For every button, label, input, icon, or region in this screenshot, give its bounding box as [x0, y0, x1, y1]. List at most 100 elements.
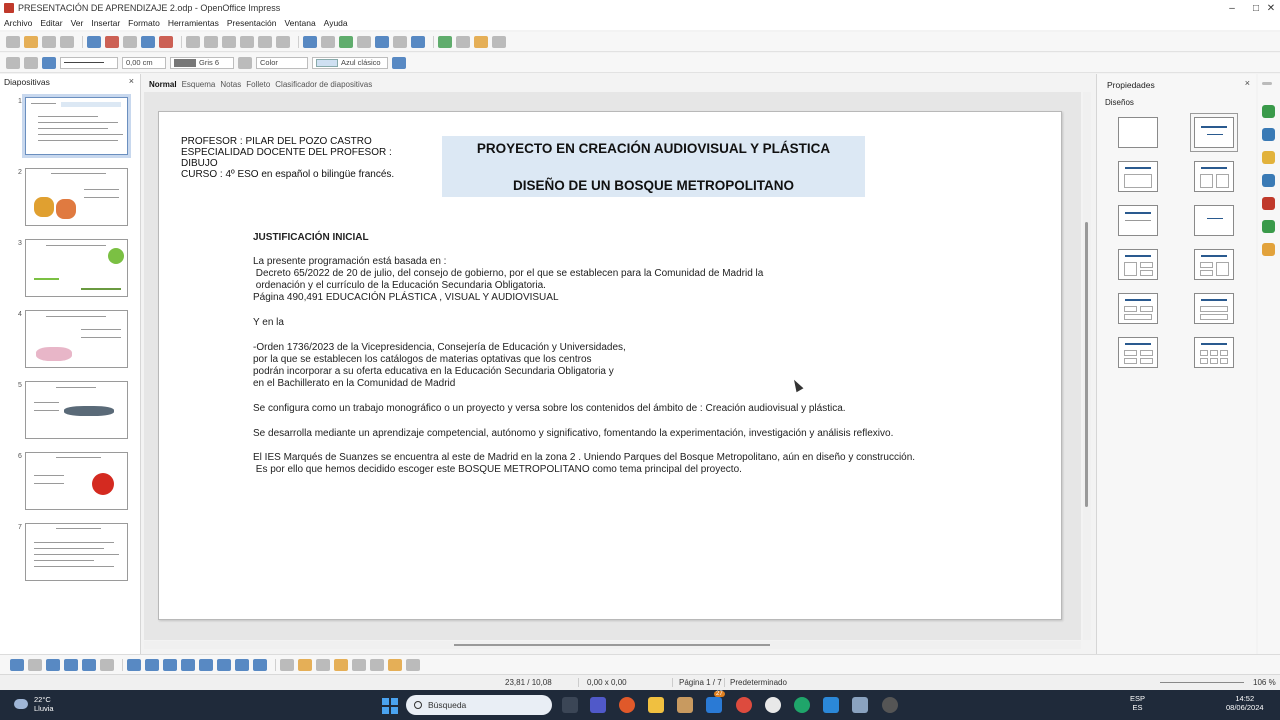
horizontal-scroll-thumb[interactable]	[454, 644, 770, 646]
windows-start-icon[interactable]	[382, 698, 398, 714]
connector-icon[interactable]	[145, 658, 159, 671]
line-style-select[interactable]	[60, 56, 118, 69]
layout-title-four-content[interactable]	[1118, 337, 1158, 368]
select-arrow-icon[interactable]	[10, 658, 24, 671]
rectangle-icon[interactable]	[64, 658, 78, 671]
ellipse-icon[interactable]	[82, 658, 96, 671]
edit-file-icon[interactable]	[87, 35, 101, 48]
area-icon[interactable]	[238, 56, 252, 69]
language-indicator[interactable]: ESP ES	[1130, 694, 1145, 712]
vertical-scroll-thumb[interactable]	[1085, 222, 1088, 507]
shadow-icon[interactable]	[392, 56, 406, 69]
arrow-style-icon[interactable]	[42, 56, 56, 69]
zoom-level[interactable]: 106 %	[1253, 678, 1276, 687]
menu-insertar[interactable]: Insertar	[91, 18, 120, 28]
taskbar-search[interactable]: Búsqueda	[406, 695, 552, 715]
minimize-button[interactable]: –	[1220, 0, 1244, 16]
firefox-icon[interactable]	[619, 697, 635, 713]
tab-normal[interactable]: Normal	[149, 80, 177, 89]
styles-deck-icon[interactable]	[1262, 197, 1275, 210]
menu-ventana[interactable]: Ventana	[284, 18, 315, 28]
weather-widget[interactable]: 22°C Lluvia	[14, 695, 54, 713]
block-arrows-icon[interactable]	[199, 658, 213, 671]
zoom-icon[interactable]	[393, 35, 407, 48]
print-icon[interactable]	[123, 35, 137, 48]
flowchart-icon[interactable]	[217, 658, 231, 671]
extrusion-icon[interactable]	[406, 658, 420, 671]
grid-icon[interactable]	[357, 35, 371, 48]
layout-centered-text[interactable]	[1118, 205, 1158, 236]
properties-close-icon[interactable]: ×	[1245, 78, 1250, 88]
mail-icon[interactable]	[706, 697, 722, 713]
menu-editar[interactable]: Editar	[40, 18, 62, 28]
layout-title-content[interactable]	[1118, 161, 1158, 192]
menu-ayuda[interactable]: Ayuda	[324, 18, 348, 28]
export-pdf-icon[interactable]	[105, 35, 119, 48]
layouts-section-title[interactable]: Diseños	[1105, 98, 1134, 107]
archive-icon[interactable]	[677, 697, 693, 713]
teacher-info-textbox[interactable]: PROFESOR : PILAR DEL POZO CASTRO ESPECIA…	[181, 136, 394, 180]
stars-icon[interactable]	[253, 658, 267, 671]
hyperlink-icon[interactable]	[339, 35, 353, 48]
chatgpt-icon[interactable]	[882, 697, 898, 713]
symbol-shapes-icon[interactable]	[181, 658, 195, 671]
draw-line-icon[interactable]	[28, 658, 42, 671]
vertical-scrollbar[interactable]	[1083, 92, 1091, 640]
curve-icon[interactable]	[127, 658, 141, 671]
slide-thumbnail-3[interactable]	[25, 239, 128, 297]
menu-archivo[interactable]: Archivo	[4, 18, 32, 28]
undo-icon[interactable]	[258, 35, 272, 48]
teams-icon[interactable]	[590, 697, 606, 713]
slide-show-icon[interactable]	[474, 35, 488, 48]
layout-title-six-content[interactable]	[1194, 337, 1234, 368]
styles-icon[interactable]	[6, 56, 20, 69]
rotate-icon[interactable]	[352, 658, 366, 671]
slide-thumbnail-6[interactable]	[25, 452, 128, 510]
slide-thumbnail-5[interactable]	[25, 381, 128, 439]
slide-thumbnail-7[interactable]	[25, 523, 128, 581]
horizontal-scrollbar[interactable]	[144, 641, 1081, 649]
basic-shapes-icon[interactable]	[163, 658, 177, 671]
copy-icon[interactable]	[204, 35, 218, 48]
slide-thumbnail-1[interactable]	[22, 94, 131, 158]
arrange-icon[interactable]	[388, 658, 402, 671]
spellcheck-icon[interactable]	[141, 35, 155, 48]
callouts-icon[interactable]	[235, 658, 249, 671]
send-mail-icon[interactable]	[60, 35, 74, 48]
tab-esquema[interactable]: Esquema	[182, 80, 216, 89]
tab-clasificador[interactable]: Clasificador de diapositivas	[275, 80, 372, 89]
title-textbox[interactable]: PROYECTO EN CREACIÓN AUDIOVISUAL Y PLÁST…	[442, 136, 865, 197]
layout-title-only[interactable]	[1190, 113, 1238, 152]
slides-pane-close-icon[interactable]: ×	[129, 76, 134, 86]
autospellcheck-icon[interactable]	[159, 35, 173, 48]
save-icon[interactable]	[42, 35, 56, 48]
navigator-icon[interactable]	[1262, 220, 1275, 233]
close-button[interactable]: ✕	[1262, 0, 1280, 16]
fontwork-icon[interactable]	[298, 658, 312, 671]
cut-icon[interactable]	[186, 35, 200, 48]
presenter-icon[interactable]	[492, 35, 506, 48]
paste-icon[interactable]	[222, 35, 236, 48]
properties-deck-icon[interactable]	[1262, 105, 1275, 118]
slide-canvas[interactable]: PROFESOR : PILAR DEL POZO CASTRO ESPECIA…	[158, 111, 1062, 620]
clock[interactable]: 14:52 08/06/2024	[1226, 694, 1264, 712]
layout-title-content-over[interactable]	[1194, 293, 1234, 324]
line-width-field[interactable]: 0,00 cm	[122, 56, 166, 69]
gallery-icon[interactable]	[1262, 243, 1275, 256]
text-tool-icon[interactable]	[100, 658, 114, 671]
menu-ver[interactable]: Ver	[71, 18, 84, 28]
browser-icon[interactable]	[765, 697, 781, 713]
master-pages-icon[interactable]	[1262, 128, 1275, 141]
edge-icon[interactable]	[794, 697, 810, 713]
layout-centered-title[interactable]	[1194, 205, 1234, 236]
file-explorer-icon[interactable]	[648, 697, 664, 713]
custom-animation-icon[interactable]	[1262, 151, 1275, 164]
slide-layout-icon[interactable]	[438, 35, 452, 48]
tab-folleto[interactable]: Folleto	[246, 80, 270, 89]
area-color-select[interactable]: Azul clásico	[312, 56, 388, 69]
help-icon[interactable]	[411, 35, 425, 48]
slide-design-icon[interactable]	[456, 35, 470, 48]
layout-title-content-two[interactable]	[1118, 249, 1158, 280]
new-document-icon[interactable]	[6, 35, 20, 48]
gallery-insert-icon[interactable]	[334, 658, 348, 671]
